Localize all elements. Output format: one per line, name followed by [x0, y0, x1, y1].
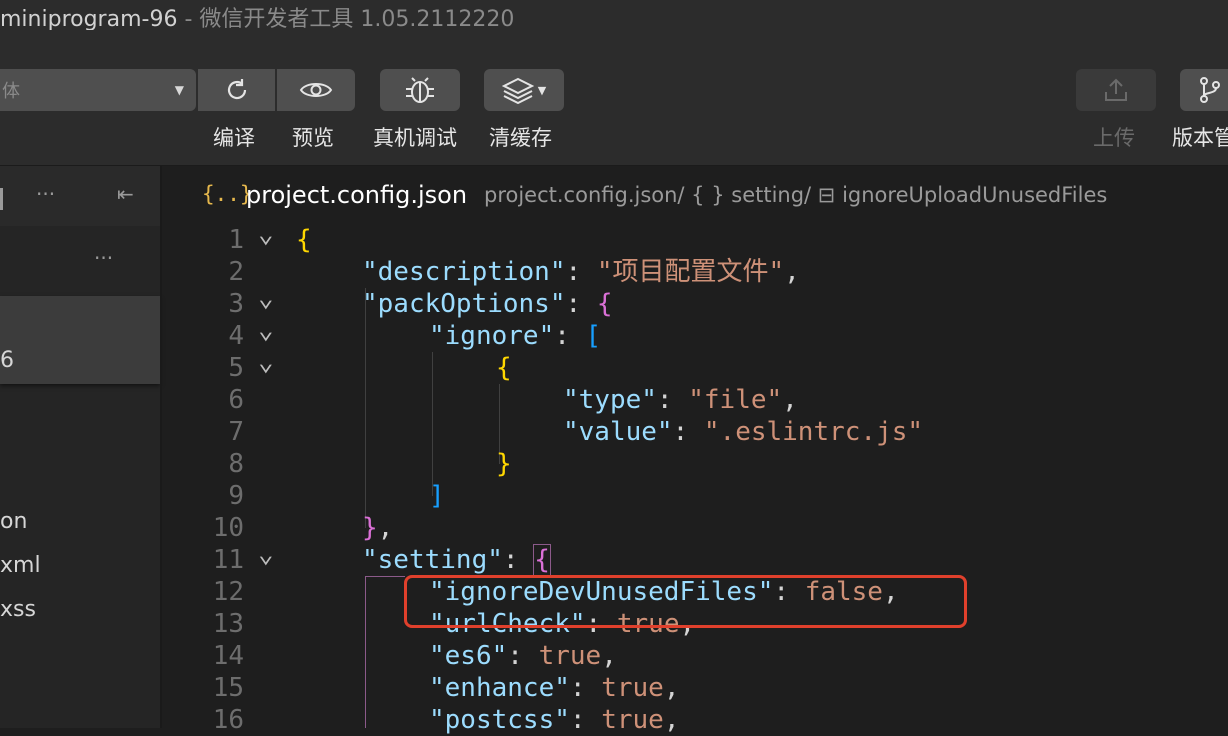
code-line: "postcss": true, — [429, 705, 680, 735]
code-line: "description": "项目配置文件", — [362, 257, 800, 287]
breadcrumb[interactable]: project.config.json/ { } setting/ ⊟ igno… — [484, 183, 1107, 207]
code-line: { — [162, 224, 1228, 256]
json-bool-value: true — [601, 673, 664, 703]
collapse-sidebar-icon[interactable]: ⇤ — [117, 182, 134, 206]
window-title: miniprogram-96 - 微信开发者工具 1.05.2112220 — [0, 1, 514, 33]
code-line: } — [496, 449, 512, 479]
json-bool-value: true — [601, 705, 664, 735]
upload-icon — [1105, 78, 1127, 101]
code-line: ] — [429, 481, 445, 511]
compile-mode-text: 体 — [2, 81, 20, 102]
code-line: "value": ".eslintrc.js" — [563, 417, 924, 447]
clear-cache-label: 清缓存 — [489, 126, 552, 150]
json-key: "ignore" — [429, 321, 555, 351]
json-key: "packOptions" — [362, 289, 566, 319]
json-key: "enhance" — [429, 673, 570, 703]
compile-mode-dropdown[interactable]: 体 ▼ — [0, 69, 196, 111]
title-bar: miniprogram-96 - 微信开发者工具 1.05.2112220 — [0, 0, 1228, 33]
json-string-value: ".eslintrc.js" — [703, 417, 924, 447]
json-string-value: "file" — [688, 385, 783, 415]
file-explorer: ··· ⇤ ··· 6 on xml xss — [0, 166, 160, 728]
app-name-version: - 微信开发者工具 1.05.2112220 — [177, 7, 515, 32]
json-key: "description" — [362, 257, 566, 287]
file-item[interactable]: on — [0, 509, 27, 534]
version-control-label: 版本管 — [1172, 126, 1228, 150]
code-line: "enhance": true, — [429, 673, 680, 703]
upload-label: 上传 — [1093, 126, 1135, 150]
code-line: "es6": true, — [429, 641, 617, 671]
more-options-icon[interactable]: ··· — [36, 182, 55, 206]
version-control-button[interactable] — [1180, 69, 1228, 111]
code-brace: { — [296, 225, 312, 255]
clear-cache-button[interactable]: ▼ — [484, 69, 564, 111]
json-key: "setting" — [362, 545, 503, 575]
explorer-header: ··· ⇤ — [0, 166, 160, 226]
editor-tab-filename[interactable]: project.config.json — [246, 181, 467, 209]
json-file-icon: {..} — [202, 182, 253, 206]
chevron-down-icon: ▼ — [174, 83, 184, 97]
code-line: "type": "file", — [563, 385, 798, 415]
code-line: "packOptions": { — [362, 289, 613, 319]
real-device-debug-label: 真机调试 — [373, 126, 457, 150]
file-item[interactable]: xss — [0, 597, 36, 622]
chevron-down-icon: ▼ — [537, 83, 547, 97]
branch-icon — [1200, 77, 1220, 103]
file-item[interactable]: xml — [0, 553, 41, 578]
preview-button[interactable] — [277, 69, 355, 111]
refresh-icon — [227, 79, 246, 100]
real-device-debug-button[interactable] — [380, 69, 460, 111]
code-line: }, — [362, 513, 394, 543]
highlight-annotation-box — [404, 575, 967, 628]
toolbar: 体 ▼ ▼ 编译 预览 真机调试 清缓存 上传 版本管 — [0, 30, 1228, 166]
selected-project-item[interactable]: 6 — [0, 296, 160, 384]
json-key: "type" — [563, 385, 657, 415]
explorer-header-edge — [0, 188, 3, 210]
code-line: "setting": { — [362, 544, 551, 576]
upload-button[interactable] — [1076, 69, 1156, 111]
bug-icon — [406, 77, 434, 103]
json-key: "postcss" — [429, 705, 570, 735]
preview-label: 预览 — [292, 126, 334, 150]
json-key: "es6" — [429, 641, 508, 671]
compile-label: 编译 — [213, 126, 255, 150]
layers-icon — [501, 77, 534, 104]
section-more-icon[interactable]: ··· — [94, 246, 113, 270]
code-line: "ignore": [ — [429, 321, 602, 351]
json-key: "value" — [563, 417, 673, 447]
code-line: { — [496, 353, 512, 383]
editor-tab-bar: {..} project.config.json project.config.… — [162, 166, 1228, 224]
selected-project-label: 6 — [0, 348, 14, 373]
compile-button[interactable] — [198, 69, 275, 111]
project-name: miniprogram-96 — [0, 7, 178, 32]
code-editor[interactable]: 1 ⌄ 2 3 ⌄ 4 ⌄ 5 ⌄ 6 7 8 9 10 11 ⌄ 12 13 14 15 16 { "descript… — [162, 219, 1228, 735]
json-bool-value: true — [538, 641, 602, 671]
eye-icon — [299, 83, 333, 97]
json-string-value: "项目配置文件" — [596, 257, 785, 287]
